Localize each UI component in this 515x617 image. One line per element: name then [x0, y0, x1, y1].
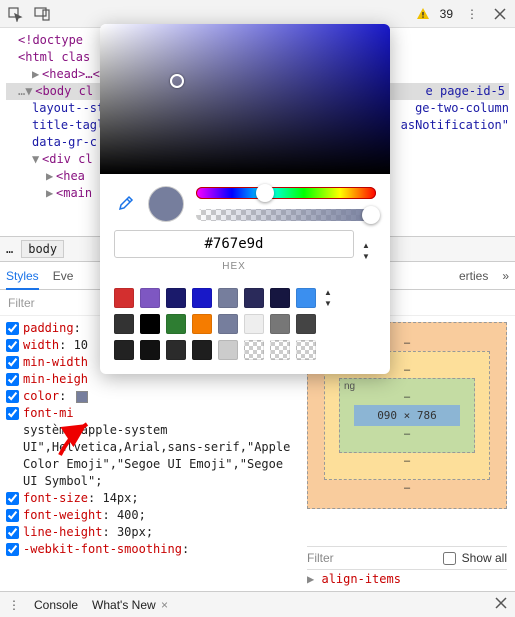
show-all-checkbox[interactable] — [443, 552, 456, 565]
prop-toggle[interactable] — [6, 526, 19, 539]
swatch[interactable] — [244, 314, 264, 334]
prop-toggle[interactable] — [6, 509, 19, 522]
swatch[interactable] — [296, 340, 316, 360]
prop-toggle[interactable] — [6, 339, 19, 352]
swatch[interactable] — [296, 288, 316, 308]
swatch[interactable] — [244, 288, 264, 308]
swatch[interactable] — [166, 288, 186, 308]
swatch[interactable] — [114, 314, 134, 334]
hue-handle[interactable] — [256, 184, 274, 202]
inspect-icon[interactable] — [6, 5, 24, 23]
swatch[interactable] — [218, 340, 238, 360]
swatch[interactable] — [192, 288, 212, 308]
color-preview — [148, 186, 184, 222]
swatch[interactable] — [114, 340, 134, 360]
callout-arrow — [55, 420, 95, 460]
prop-toggle[interactable] — [6, 356, 19, 369]
warning-icon[interactable] — [416, 7, 430, 21]
more-icon[interactable]: ⋮ — [463, 5, 481, 23]
color-picker: HEX ▲▼ ▲▼ — [100, 24, 390, 374]
computed-align-items[interactable]: ▶ align-items — [307, 572, 507, 586]
swatch[interactable] — [296, 314, 316, 334]
content-size: 090 × 786 — [354, 405, 460, 426]
breadcrumb-body[interactable]: body — [21, 240, 64, 258]
palette-stepper[interactable]: ▲▼ — [324, 288, 338, 308]
swatch[interactable] — [114, 288, 134, 308]
swatch[interactable] — [140, 340, 160, 360]
show-all-label: Show all — [462, 551, 507, 565]
prop-line-height[interactable]: line-height: 30px; — [6, 524, 509, 541]
prop-toggle[interactable] — [6, 390, 19, 403]
hex-input[interactable] — [114, 230, 354, 258]
swatch[interactable] — [270, 288, 290, 308]
tab-whats-new[interactable]: What's New × — [92, 598, 168, 612]
swatch[interactable] — [140, 314, 160, 334]
device-toggle-icon[interactable] — [34, 5, 52, 23]
swatch[interactable] — [140, 288, 160, 308]
swatch[interactable] — [218, 314, 238, 334]
prop-toggle[interactable] — [6, 322, 19, 335]
swatch[interactable] — [166, 314, 186, 334]
padding-label: ng — [344, 381, 355, 392]
prop-toggle[interactable] — [6, 407, 19, 420]
swatch[interactable] — [244, 340, 264, 360]
drawer-close-icon[interactable] — [495, 597, 507, 612]
tabs-overflow-icon[interactable]: » — [502, 269, 509, 283]
tab-styles[interactable]: Styles — [6, 269, 39, 283]
eyedropper-icon[interactable] — [114, 193, 136, 215]
sv-handle[interactable] — [170, 74, 184, 88]
swatch[interactable] — [192, 314, 212, 334]
computed-filter-label: Filter — [307, 551, 334, 565]
computed-filter[interactable]: Filter Show all — [307, 546, 507, 570]
close-icon[interactable] — [491, 5, 509, 23]
saturation-value-picker[interactable] — [100, 24, 390, 174]
hue-slider[interactable] — [196, 187, 376, 199]
prop-toggle[interactable] — [6, 543, 19, 556]
prop-font-weight[interactable]: font-weight: 400; — [6, 507, 509, 524]
drawer-more-icon[interactable]: ⋮ — [8, 598, 20, 612]
swatch[interactable] — [270, 340, 290, 360]
swatch[interactable] — [192, 340, 212, 360]
alpha-slider[interactable] — [196, 209, 376, 221]
tab-properties[interactable]: erties — [459, 269, 488, 283]
swatch[interactable] — [270, 314, 290, 334]
swatch[interactable] — [218, 288, 238, 308]
color-swatch[interactable] — [76, 391, 88, 403]
swatch-palette — [114, 288, 316, 360]
swatch[interactable] — [166, 340, 186, 360]
prop-toggle[interactable] — [6, 492, 19, 505]
alpha-handle[interactable] — [362, 206, 380, 224]
tab-events[interactable]: Eve — [53, 269, 74, 283]
prop-toggle[interactable] — [6, 373, 19, 386]
breadcrumb-ellipsis[interactable]: … — [6, 242, 13, 256]
warning-count[interactable]: 39 — [440, 7, 453, 21]
hex-label: HEX — [114, 261, 354, 272]
filter-placeholder: Filter — [8, 296, 35, 310]
drawer-tabs: ⋮ Console What's New × — [0, 591, 515, 617]
tab-console[interactable]: Console — [34, 598, 78, 612]
format-stepper[interactable]: ▲▼ — [362, 241, 376, 261]
